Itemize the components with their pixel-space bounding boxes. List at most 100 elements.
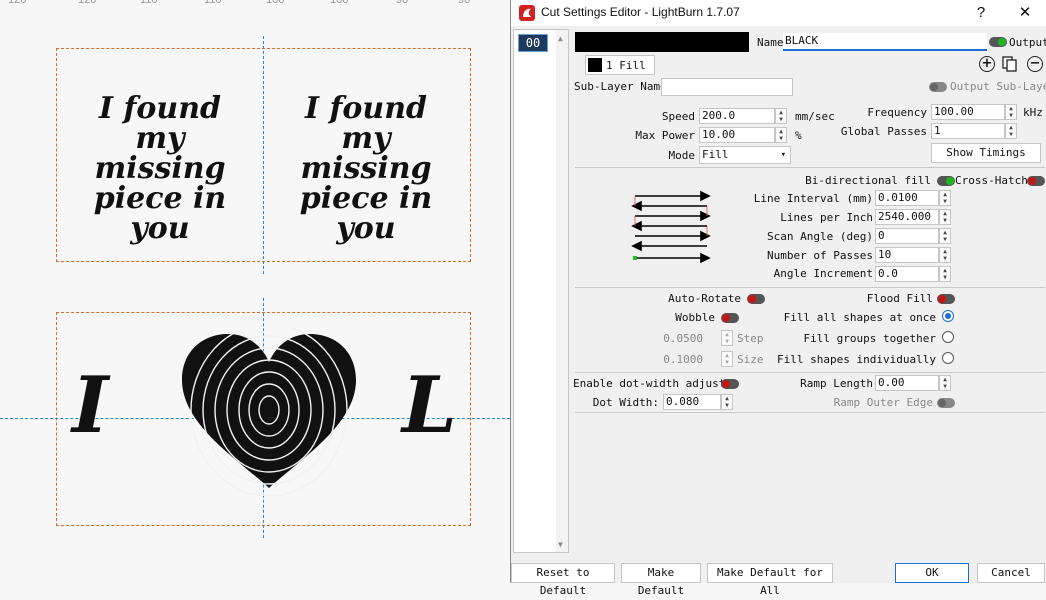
mode-select[interactable]: Fill ▾ (699, 146, 791, 164)
text-line: missing (94, 151, 226, 186)
global-passes-input[interactable]: 1 (931, 123, 1005, 139)
layer-list[interactable]: 00 ▲ ▼ (513, 29, 569, 553)
ramp-outer-edge-label: Ramp Outer Edge (833, 396, 933, 409)
size-label: Size (737, 353, 764, 366)
scan-angle-spinner[interactable]: ▲ ▼ (939, 228, 951, 244)
sublayer-color-swatch (588, 58, 602, 72)
fingerprint-heart-image[interactable] (176, 328, 362, 496)
divider (575, 372, 1045, 373)
line-interval-input[interactable]: 0.0100 (875, 190, 939, 206)
fill-individual-radio[interactable] (942, 352, 954, 364)
ruler-label: 120 (8, 0, 27, 6)
speed-input[interactable]: 200.0 (699, 108, 775, 124)
help-button[interactable]: ? (969, 2, 993, 24)
sublayer-name-label: Sub-Layer Name (574, 80, 667, 93)
layer-name-input[interactable]: BLACK (783, 33, 987, 51)
frequency-spinner[interactable]: ▲ ▼ (1005, 104, 1017, 120)
number-of-passes-input[interactable]: 10 (875, 247, 939, 263)
ramp-length-spinner[interactable]: ▲ ▼ (939, 375, 951, 391)
dot-width-label: Dot Width: (592, 396, 659, 409)
wobble-size-spinner[interactable]: ▲ ▼ (721, 351, 733, 367)
duplicate-sublayer-icon[interactable] (1002, 56, 1018, 72)
output-toggle[interactable] (989, 37, 1007, 47)
frequency-unit: kHz (1023, 106, 1043, 119)
global-passes-spinner[interactable]: ▲ ▼ (1005, 123, 1017, 139)
cut-settings-dialog: Cut Settings Editor - LightBurn 1.7.07 ?… (510, 0, 1046, 597)
layer-item-00[interactable]: 00 (518, 34, 548, 52)
wobble-toggle[interactable] (721, 313, 739, 323)
scan-angle-input[interactable]: 0 (875, 228, 939, 244)
window-title: Cut Settings Editor - LightBurn 1.7.07 (541, 5, 740, 19)
text-line: my (341, 121, 391, 156)
show-timings-button[interactable]: Show Timings (931, 143, 1041, 163)
cross-hatch-toggle[interactable] (1027, 176, 1045, 186)
output-label: Output (1009, 36, 1046, 49)
cancel-button[interactable]: Cancel (977, 563, 1045, 583)
dot-width-adjust-toggle[interactable] (721, 379, 739, 389)
text-line: I found (99, 91, 221, 126)
auto-rotate-label: Auto-Rotate (668, 292, 741, 305)
sublayer-name-input[interactable] (661, 78, 793, 96)
letter-left[interactable]: I (72, 360, 109, 451)
center-guide-vertical (263, 36, 264, 274)
ramp-length-input[interactable]: 0.00 (875, 375, 939, 391)
speed-unit: mm/sec (795, 110, 835, 123)
ruler-label: 100 (330, 0, 349, 6)
dot-width-input[interactable]: 0.080 (663, 394, 721, 410)
speed-spinner[interactable]: ▲ ▼ (775, 108, 787, 124)
title-bar[interactable]: Cut Settings Editor - LightBurn 1.7.07 ?… (511, 0, 1046, 26)
lines-per-inch-label: Lines per Inch (780, 211, 873, 224)
tab-sublayer-1-fill[interactable]: 1 Fill (585, 55, 655, 75)
add-sublayer-icon[interactable]: + (979, 56, 995, 72)
letter-right[interactable]: L (402, 360, 457, 451)
divider (575, 287, 1045, 288)
output-sublayer-toggle[interactable] (929, 82, 947, 92)
global-passes-label: Global Passes (840, 125, 927, 138)
wobble-label: Wobble (675, 311, 715, 324)
fill-groups-radio[interactable] (942, 331, 954, 343)
ruler-label: 90 (396, 0, 409, 6)
flood-fill-toggle[interactable] (937, 294, 955, 304)
mode-label: Mode (668, 149, 696, 162)
scroll-down-icon[interactable]: ▼ (558, 540, 563, 549)
ruler-label: 100 (266, 0, 285, 6)
text-line: piece in you (93, 181, 227, 246)
angle-increment-input[interactable]: 0.0 (875, 266, 939, 282)
remove-sublayer-icon[interactable]: − (1027, 56, 1043, 72)
fill-groups-label: Fill groups together (803, 332, 936, 345)
line-interval-spinner[interactable]: ▲ ▼ (939, 190, 951, 206)
max-power-input[interactable]: 10.00 (699, 127, 775, 143)
ok-button[interactable]: OK (895, 563, 969, 583)
bidirectional-fill-toggle[interactable] (937, 176, 955, 186)
lines-per-inch-input[interactable]: 2540.000 (875, 209, 939, 225)
workspace-canvas[interactable]: 120 120 110 110 100 100 90 90 I found my… (0, 0, 510, 583)
make-default-button[interactable]: Make Default (621, 563, 701, 597)
wobble-step-input[interactable]: 0.0500 (641, 332, 703, 345)
wobble-size-input[interactable]: 0.1000 (641, 353, 703, 366)
line-interval-label: Line Interval (mm) (753, 192, 873, 205)
text-block-left[interactable]: I found my missing piece in you (62, 94, 258, 244)
lines-per-inch-spinner[interactable]: ▲ ▼ (939, 209, 951, 225)
dot-width-adjust-label: Enable dot-width adjust (573, 377, 726, 390)
scroll-up-icon[interactable]: ▲ (558, 34, 563, 43)
layer-list-scrollbar[interactable]: ▲ ▼ (556, 30, 568, 552)
frequency-label: Frequency (867, 106, 927, 119)
text-line: my (135, 121, 185, 156)
angle-increment-spinner[interactable]: ▲ ▼ (939, 266, 951, 282)
text-block-right[interactable]: I found my missing piece in you (268, 94, 464, 244)
make-default-for-all-button[interactable]: Make Default for All (707, 563, 833, 597)
max-power-spinner[interactable]: ▲ ▼ (775, 127, 787, 143)
ramp-outer-edge-toggle[interactable] (937, 398, 955, 408)
wobble-step-spinner[interactable]: ▲ ▼ (721, 330, 733, 346)
dot-width-spinner[interactable]: ▲ ▼ (721, 394, 733, 410)
close-button[interactable]: ✕ (1013, 2, 1037, 24)
angle-increment-label: Angle Increment (773, 267, 873, 280)
frequency-input[interactable]: 100.00 (931, 104, 1005, 120)
reset-to-default-button[interactable]: Reset to Default (511, 563, 615, 597)
fill-all-radio[interactable] (942, 310, 954, 322)
divider (575, 167, 1045, 168)
layer-color-swatch[interactable] (575, 32, 749, 52)
number-of-passes-spinner[interactable]: ▲ ▼ (939, 247, 951, 263)
speed-label: Speed (661, 110, 695, 123)
auto-rotate-toggle[interactable] (747, 294, 765, 304)
